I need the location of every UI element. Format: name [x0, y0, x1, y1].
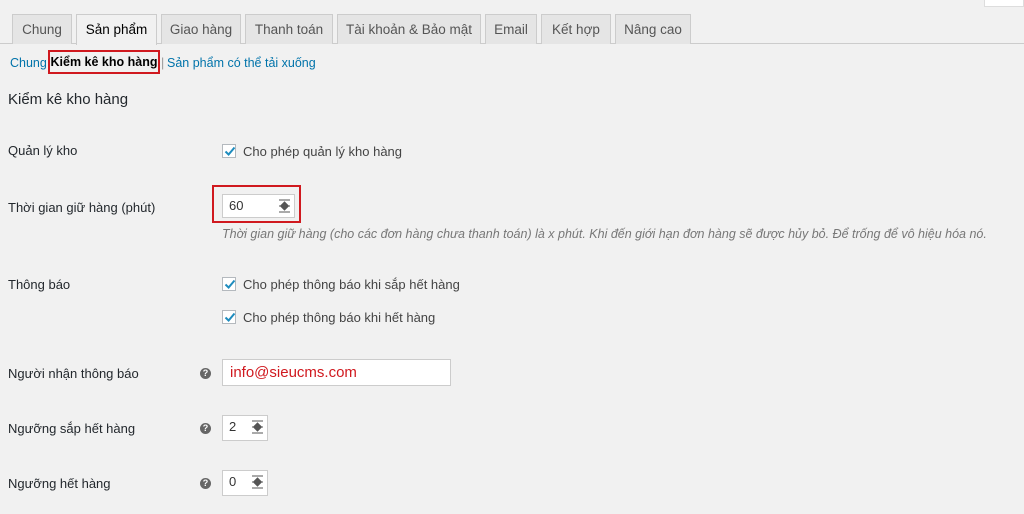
- manage-stock-option[interactable]: Cho phép quản lý kho hàng: [222, 144, 402, 159]
- subnav-general-link[interactable]: Chung: [10, 56, 47, 70]
- section-title: Kiểm kê kho hàng: [8, 91, 129, 108]
- manage-stock-label: Quản lý kho: [8, 143, 78, 158]
- recipient-email-value: info@sieucms.com: [230, 364, 357, 381]
- low-stock-threshold-label: Ngưỡng sắp hết hàng: [8, 421, 136, 436]
- question-circle-icon[interactable]: ?: [200, 478, 211, 489]
- out-of-stock-threshold-input[interactable]: 0: [222, 470, 268, 496]
- question-circle-icon[interactable]: ?: [200, 368, 211, 379]
- settings-tabs-bar: Chung Sản phẩm Giao hàng Thanh toán Tài …: [0, 0, 1024, 45]
- low-stock-threshold-input[interactable]: 2: [222, 415, 268, 441]
- subnav-downloadable-link[interactable]: Sản phẩm có thể tải xuống: [167, 56, 316, 70]
- notifications-label: Thông báo: [8, 277, 71, 292]
- manage-stock-checkbox-label: Cho phép quản lý kho hàng: [243, 144, 403, 159]
- tab-advanced[interactable]: Nâng cao: [615, 14, 691, 44]
- hold-stock-value: 60: [229, 198, 244, 213]
- spinner-arrows-icon[interactable]: [251, 420, 264, 434]
- question-circle-icon[interactable]: ?: [200, 423, 211, 434]
- manage-stock-checkbox[interactable]: [222, 144, 236, 158]
- tab-accounts-privacy[interactable]: Tài khoản & Bảo mật: [337, 14, 481, 44]
- tab-payments[interactable]: Thanh toán: [245, 14, 333, 44]
- out-of-stock-notification-checkbox[interactable]: [222, 310, 236, 324]
- spinner-arrows-icon[interactable]: [251, 475, 264, 489]
- tab-products[interactable]: Sản phẩm: [76, 14, 157, 45]
- low-stock-threshold-value: 2: [229, 419, 237, 434]
- hold-stock-description: Thời gian giữ hàng (cho các đơn hàng chư…: [222, 227, 987, 241]
- out-of-stock-notification-option[interactable]: Cho phép thông báo khi hết hàng: [222, 310, 435, 325]
- tab-email[interactable]: Email: [485, 14, 537, 44]
- spinner-arrows-icon[interactable]: [278, 199, 291, 213]
- tab-integration[interactable]: Kết hợp: [541, 14, 611, 44]
- hold-stock-label: Thời gian giữ hàng (phút): [8, 200, 156, 215]
- checkmark-icon: [224, 146, 236, 156]
- tab-shipping[interactable]: Giao hàng: [161, 14, 241, 44]
- checkmark-icon: [224, 279, 236, 289]
- hold-stock-input[interactable]: 60: [222, 194, 295, 218]
- subnav-inventory-current: Kiểm kê kho hàng: [48, 50, 160, 74]
- subnav-separator: |: [161, 56, 165, 70]
- low-stock-notification-checkbox[interactable]: [222, 277, 236, 291]
- tab-general[interactable]: Chung: [12, 14, 72, 44]
- out-of-stock-notification-label: Cho phép thông báo khi hết hàng: [243, 310, 436, 325]
- low-stock-notification-option[interactable]: Cho phép thông báo khi sắp hết hàng: [222, 277, 460, 292]
- low-stock-notification-label: Cho phép thông báo khi sắp hết hàng: [243, 277, 460, 292]
- help-tab-toggle[interactable]: [984, 0, 1024, 7]
- checkmark-icon: [224, 312, 236, 322]
- recipient-email-input[interactable]: info@sieucms.com: [222, 359, 451, 386]
- out-of-stock-threshold-label: Ngưỡng hết hàng: [8, 476, 111, 491]
- out-of-stock-threshold-value: 0: [229, 474, 237, 489]
- recipient-label: Người nhận thông báo: [8, 366, 139, 381]
